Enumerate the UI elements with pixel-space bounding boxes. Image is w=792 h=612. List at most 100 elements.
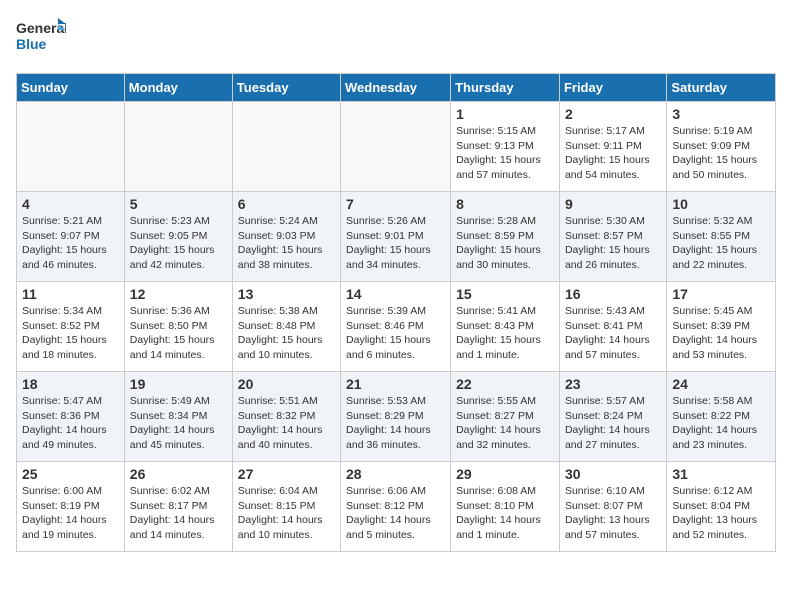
day-cell: 29 Sunrise: 6:08 AM Sunset: 8:10 PM Dayli… [451,462,560,552]
day-cell: 10 Sunrise: 5:32 AM Sunset: 8:55 PM Dayli… [667,192,776,282]
svg-text:Blue: Blue [16,36,47,52]
day-cell: 12 Sunrise: 5:36 AM Sunset: 8:50 PM Dayli… [124,282,232,372]
day-cell [232,102,340,192]
day-number: 19 [130,376,227,392]
day-number: 17 [672,286,770,302]
day-number: 27 [238,466,335,482]
day-info: Sunrise: 5:57 AM Sunset: 8:24 PM Dayligh… [565,394,661,453]
logo-container: General Blue [16,16,70,61]
day-info: Sunrise: 5:24 AM Sunset: 9:03 PM Dayligh… [238,214,335,273]
day-info: Sunrise: 5:21 AM Sunset: 9:07 PM Dayligh… [22,214,119,273]
day-cell: 19 Sunrise: 5:49 AM Sunset: 8:34 PM Dayli… [124,372,232,462]
day-info: Sunrise: 6:04 AM Sunset: 8:15 PM Dayligh… [238,484,335,543]
day-info: Sunrise: 5:23 AM Sunset: 9:05 PM Dayligh… [130,214,227,273]
weekday-header-thursday: Thursday [451,74,560,102]
day-number: 31 [672,466,770,482]
day-info: Sunrise: 5:28 AM Sunset: 8:59 PM Dayligh… [456,214,554,273]
week-row-3: 11Sunrise: 5:34 AM Sunset: 8:52 PM Dayli… [17,282,776,372]
week-row-5: 25 Sunrise: 6:00 AM Sunset: 8:19 PM Dayli… [17,462,776,552]
day-info: Sunrise: 5:43 AM Sunset: 8:41 PM Dayligh… [565,304,661,363]
week-row-1: 1 Sunrise: 5:15 AM Sunset: 9:13 PM Daylig… [17,102,776,192]
day-number: 25 [22,466,119,482]
day-cell: 22Sunrise: 5:55 AM Sunset: 8:27 PM Dayli… [451,372,560,462]
day-number: 28 [346,466,445,482]
day-info: Sunrise: 6:00 AM Sunset: 8:19 PM Dayligh… [22,484,119,543]
day-number: 3 [672,106,770,122]
weekday-header-monday: Monday [124,74,232,102]
day-info: Sunrise: 6:08 AM Sunset: 8:10 PM Dayligh… [456,484,554,543]
day-number: 1 [456,106,554,122]
week-row-4: 18 Sunrise: 5:47 AM Sunset: 8:36 PM Dayli… [17,372,776,462]
day-number: 2 [565,106,661,122]
day-info: Sunrise: 5:36 AM Sunset: 8:50 PM Dayligh… [130,304,227,363]
day-number: 14 [346,286,445,302]
day-cell: 3 Sunrise: 5:19 AM Sunset: 9:09 PM Daylig… [667,102,776,192]
day-cell: 2 Sunrise: 5:17 AM Sunset: 9:11 PM Daylig… [559,102,666,192]
logo: General Blue [16,16,70,61]
day-cell: 30 Sunrise: 6:10 AM Sunset: 8:07 PM Dayli… [559,462,666,552]
day-cell [124,102,232,192]
day-cell [17,102,125,192]
day-number: 24 [672,376,770,392]
day-number: 15 [456,286,554,302]
day-info: Sunrise: 5:53 AM Sunset: 8:29 PM Dayligh… [346,394,445,453]
day-cell: 15 Sunrise: 5:41 AM Sunset: 8:43 PM Dayli… [451,282,560,372]
day-cell: 6 Sunrise: 5:24 AM Sunset: 9:03 PM Daylig… [232,192,340,282]
day-number: 4 [22,196,119,212]
day-number: 29 [456,466,554,482]
day-cell: 11Sunrise: 5:34 AM Sunset: 8:52 PM Dayli… [17,282,125,372]
day-cell: 14Sunrise: 5:39 AM Sunset: 8:46 PM Dayli… [341,282,451,372]
day-info: Sunrise: 5:47 AM Sunset: 8:36 PM Dayligh… [22,394,119,453]
day-cell: 31 Sunrise: 6:12 AM Sunset: 8:04 PM Dayli… [667,462,776,552]
day-info: Sunrise: 5:51 AM Sunset: 8:32 PM Dayligh… [238,394,335,453]
day-cell: 28 Sunrise: 6:06 AM Sunset: 8:12 PM Dayli… [341,462,451,552]
day-number: 16 [565,286,661,302]
day-number: 9 [565,196,661,212]
day-number: 20 [238,376,335,392]
weekday-header-sunday: Sunday [17,74,125,102]
day-info: Sunrise: 5:49 AM Sunset: 8:34 PM Dayligh… [130,394,227,453]
day-info: Sunrise: 5:15 AM Sunset: 9:13 PM Dayligh… [456,124,554,183]
day-cell: 25 Sunrise: 6:00 AM Sunset: 8:19 PM Dayli… [17,462,125,552]
weekday-header-friday: Friday [559,74,666,102]
day-info: Sunrise: 6:12 AM Sunset: 8:04 PM Dayligh… [672,484,770,543]
day-cell: 16 Sunrise: 5:43 AM Sunset: 8:41 PM Dayli… [559,282,666,372]
day-number: 30 [565,466,661,482]
day-info: Sunrise: 5:19 AM Sunset: 9:09 PM Dayligh… [672,124,770,183]
day-number: 12 [130,286,227,302]
day-number: 8 [456,196,554,212]
day-info: Sunrise: 5:45 AM Sunset: 8:39 PM Dayligh… [672,304,770,363]
day-cell: 17 Sunrise: 5:45 AM Sunset: 8:39 PM Dayli… [667,282,776,372]
weekday-header-tuesday: Tuesday [232,74,340,102]
day-cell: 24 Sunrise: 5:58 AM Sunset: 8:22 PM Dayli… [667,372,776,462]
day-number: 22 [456,376,554,392]
day-cell: 8 Sunrise: 5:28 AM Sunset: 8:59 PM Daylig… [451,192,560,282]
day-info: Sunrise: 5:58 AM Sunset: 8:22 PM Dayligh… [672,394,770,453]
day-number: 10 [672,196,770,212]
day-number: 13 [238,286,335,302]
day-number: 21 [346,376,445,392]
day-number: 23 [565,376,661,392]
day-cell: 4 Sunrise: 5:21 AM Sunset: 9:07 PM Daylig… [17,192,125,282]
day-cell: 9 Sunrise: 5:30 AM Sunset: 8:57 PM Daylig… [559,192,666,282]
day-info: Sunrise: 5:17 AM Sunset: 9:11 PM Dayligh… [565,124,661,183]
day-info: Sunrise: 5:32 AM Sunset: 8:55 PM Dayligh… [672,214,770,273]
day-number: 11 [22,286,119,302]
weekday-header-row: SundayMondayTuesdayWednesdayThursdayFrid… [17,74,776,102]
day-info: Sunrise: 5:41 AM Sunset: 8:43 PM Dayligh… [456,304,554,363]
day-info: Sunrise: 5:30 AM Sunset: 8:57 PM Dayligh… [565,214,661,273]
day-cell [341,102,451,192]
day-number: 6 [238,196,335,212]
day-cell: 21 Sunrise: 5:53 AM Sunset: 8:29 PM Dayli… [341,372,451,462]
day-cell: 26Sunrise: 6:02 AM Sunset: 8:17 PM Dayli… [124,462,232,552]
day-info: Sunrise: 6:02 AM Sunset: 8:17 PM Dayligh… [130,484,227,543]
week-row-2: 4 Sunrise: 5:21 AM Sunset: 9:07 PM Daylig… [17,192,776,282]
day-cell: 7Sunrise: 5:26 AM Sunset: 9:01 PM Daylig… [341,192,451,282]
day-info: Sunrise: 5:26 AM Sunset: 9:01 PM Dayligh… [346,214,445,273]
day-info: Sunrise: 6:06 AM Sunset: 8:12 PM Dayligh… [346,484,445,543]
logo-icon: General Blue [16,16,66,56]
day-number: 18 [22,376,119,392]
day-info: Sunrise: 6:10 AM Sunset: 8:07 PM Dayligh… [565,484,661,543]
day-cell: 13Sunrise: 5:38 AM Sunset: 8:48 PM Dayli… [232,282,340,372]
calendar-header: General Blue [16,16,776,61]
